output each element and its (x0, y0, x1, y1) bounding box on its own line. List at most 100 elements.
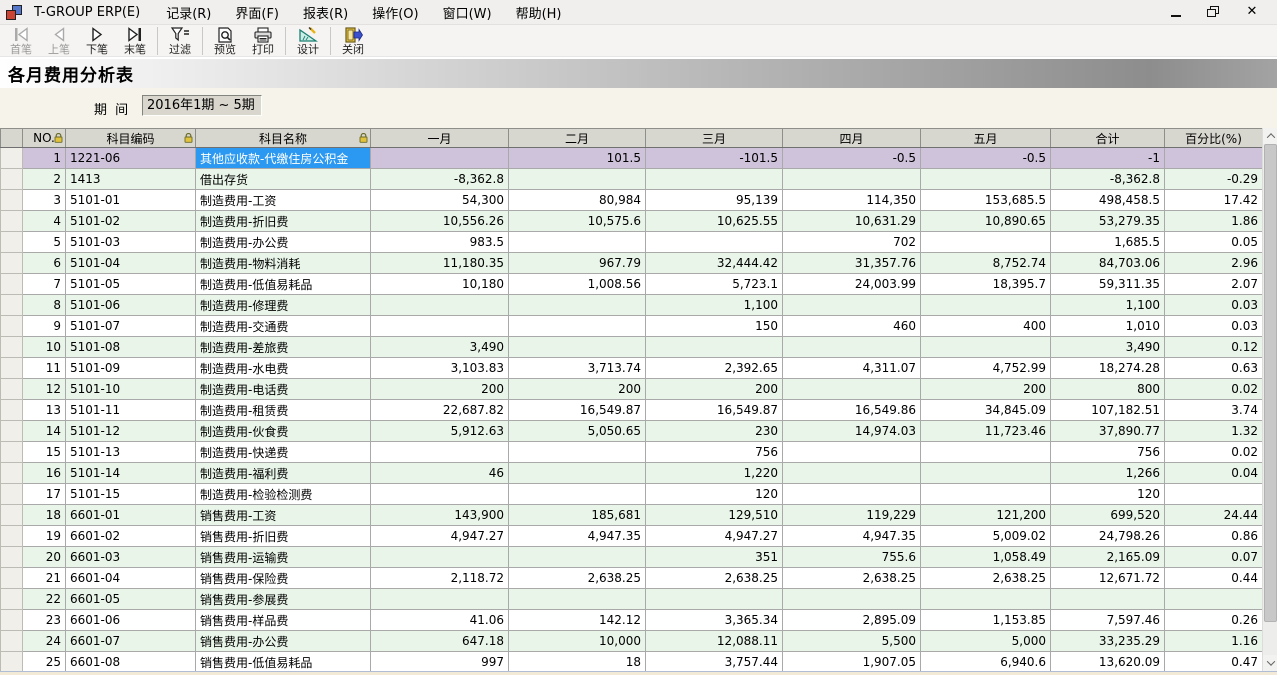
cell-m5[interactable]: 153,685.5 (921, 190, 1051, 211)
cell-m5[interactable]: 1,153.85 (921, 610, 1051, 631)
cell-m3[interactable]: 2,638.25 (646, 568, 783, 589)
cell-m5[interactable] (921, 295, 1051, 316)
cell-name[interactable]: 制造费用-修理费 (196, 295, 371, 316)
cell-total[interactable]: 53,279.35 (1051, 211, 1165, 232)
cell-m4[interactable]: 24,003.99 (783, 274, 921, 295)
cell-m4[interactable]: 460 (783, 316, 921, 337)
column-header-m3[interactable]: 三月 (646, 129, 783, 148)
cell-total[interactable]: 1,266 (1051, 463, 1165, 484)
cell-m3[interactable]: 4,947.27 (646, 526, 783, 547)
cell-m1[interactable]: -8,362.8 (371, 169, 509, 190)
cell-m3[interactable]: 150 (646, 316, 783, 337)
cell-total[interactable]: 84,703.06 (1051, 253, 1165, 274)
cell-m1[interactable]: 983.5 (371, 232, 509, 253)
cell-no[interactable]: 20 (23, 547, 66, 568)
cell-no[interactable]: 17 (23, 484, 66, 505)
cell-total[interactable]: 800 (1051, 379, 1165, 400)
row-selector[interactable] (1, 232, 23, 253)
cell-m1[interactable] (371, 547, 509, 568)
cell-m1[interactable]: 647.18 (371, 631, 509, 652)
cell-name[interactable]: 销售费用-办公费 (196, 631, 371, 652)
cell-m3[interactable]: 351 (646, 547, 783, 568)
cell-pct[interactable]: 0.63 (1165, 358, 1263, 379)
cell-code[interactable]: 5101-08 (66, 337, 196, 358)
cell-name[interactable]: 制造费用-差旅费 (196, 337, 371, 358)
cell-total[interactable]: 7,597.46 (1051, 610, 1165, 631)
cell-name[interactable]: 销售费用-低值易耗品 (196, 652, 371, 672)
cell-pct[interactable]: 0.86 (1165, 526, 1263, 547)
cell-no[interactable]: 22 (23, 589, 66, 610)
cell-total[interactable]: 120 (1051, 484, 1165, 505)
cell-m5[interactable]: 6,940.6 (921, 652, 1051, 672)
toolbar-button-close-door[interactable]: 关闭 (334, 26, 372, 57)
cell-name[interactable]: 销售费用-保险费 (196, 568, 371, 589)
cell-pct[interactable] (1165, 484, 1263, 505)
cell-m5[interactable]: 34,845.09 (921, 400, 1051, 421)
cell-no[interactable]: 8 (23, 295, 66, 316)
row-selector[interactable] (1, 505, 23, 526)
cell-total[interactable]: 3,490 (1051, 337, 1165, 358)
cell-pct[interactable]: 0.05 (1165, 232, 1263, 253)
cell-m3[interactable]: 756 (646, 442, 783, 463)
cell-m4[interactable]: -0.5 (783, 148, 921, 169)
cell-m3[interactable]: 1,100 (646, 295, 783, 316)
cell-total[interactable]: 12,671.72 (1051, 568, 1165, 589)
cell-m3[interactable] (646, 232, 783, 253)
cell-total[interactable]: 1,010 (1051, 316, 1165, 337)
cell-code[interactable]: 1413 (66, 169, 196, 190)
cell-m1[interactable]: 200 (371, 379, 509, 400)
column-header-code[interactable]: 科目编码 (66, 129, 196, 148)
cell-pct[interactable]: 24.44 (1165, 505, 1263, 526)
cell-m3[interactable]: 1,220 (646, 463, 783, 484)
cell-m2[interactable] (509, 169, 646, 190)
column-header-m4[interactable]: 四月 (783, 129, 921, 148)
cell-total[interactable]: 107,182.51 (1051, 400, 1165, 421)
scroll-down-icon[interactable] (1263, 655, 1277, 671)
cell-m4[interactable]: 14,974.03 (783, 421, 921, 442)
cell-m2[interactable]: 2,638.25 (509, 568, 646, 589)
cell-code[interactable]: 1221-06 (66, 148, 196, 169)
cell-code[interactable]: 6601-06 (66, 610, 196, 631)
row-selector[interactable] (1, 295, 23, 316)
cell-total[interactable] (1051, 589, 1165, 610)
cell-code[interactable]: 5101-07 (66, 316, 196, 337)
cell-m3[interactable]: 12,088.11 (646, 631, 783, 652)
cell-code[interactable]: 6601-01 (66, 505, 196, 526)
cell-name[interactable]: 制造费用-物料消耗 (196, 253, 371, 274)
cell-m5[interactable] (921, 589, 1051, 610)
cell-total[interactable]: 18,274.28 (1051, 358, 1165, 379)
column-header-no[interactable]: NO. (23, 129, 66, 148)
cell-no[interactable]: 6 (23, 253, 66, 274)
cell-m1[interactable]: 4,947.27 (371, 526, 509, 547)
cell-m4[interactable] (783, 337, 921, 358)
period-input[interactable]: 2016年1期 ~ 5期 (142, 95, 262, 116)
cell-m5[interactable]: 2,638.25 (921, 568, 1051, 589)
cell-total[interactable]: 33,235.29 (1051, 631, 1165, 652)
cell-m1[interactable]: 997 (371, 652, 509, 672)
cell-code[interactable]: 6601-07 (66, 631, 196, 652)
cell-no[interactable]: 16 (23, 463, 66, 484)
cell-no[interactable]: 24 (23, 631, 66, 652)
cell-code[interactable]: 5101-04 (66, 253, 196, 274)
cell-pct[interactable]: 17.42 (1165, 190, 1263, 211)
row-selector[interactable] (1, 610, 23, 631)
cell-m1[interactable] (371, 442, 509, 463)
cell-m4[interactable] (783, 379, 921, 400)
cell-m3[interactable] (646, 589, 783, 610)
cell-no[interactable]: 18 (23, 505, 66, 526)
cell-m2[interactable] (509, 463, 646, 484)
cell-m5[interactable] (921, 463, 1051, 484)
cell-pct[interactable]: 0.03 (1165, 316, 1263, 337)
toolbar-button-design[interactable]: 设计 (289, 26, 327, 57)
cell-m5[interactable]: 18,395.7 (921, 274, 1051, 295)
cell-total[interactable]: 1,685.5 (1051, 232, 1165, 253)
cell-m1[interactable]: 11,180.35 (371, 253, 509, 274)
row-selector[interactable] (1, 631, 23, 652)
cell-pct[interactable]: 0.02 (1165, 442, 1263, 463)
cell-name[interactable]: 其他应收款-代缴住房公积金 (196, 148, 371, 169)
cell-m3[interactable]: 3,365.34 (646, 610, 783, 631)
cell-no[interactable]: 1 (23, 148, 66, 169)
cell-m4[interactable] (783, 442, 921, 463)
cell-m5[interactable]: -0.5 (921, 148, 1051, 169)
row-selector[interactable] (1, 589, 23, 610)
